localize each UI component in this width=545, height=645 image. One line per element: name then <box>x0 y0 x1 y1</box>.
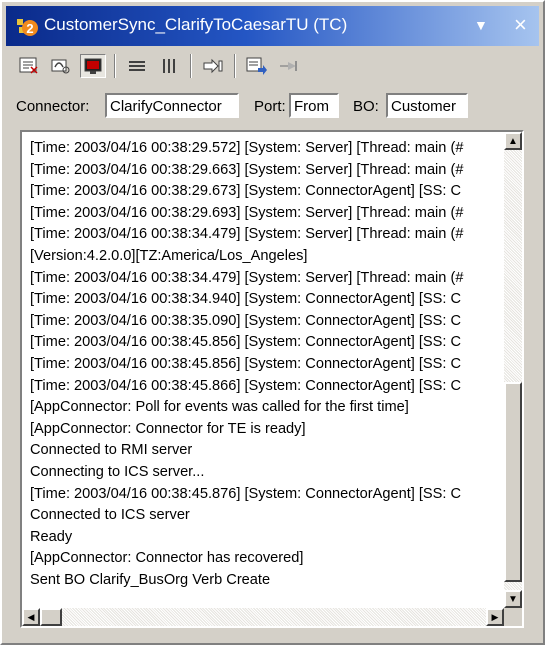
bo-label: BO: <box>353 98 379 115</box>
connector-field[interactable]: ClarifyConnector <box>105 93 239 118</box>
send-message-icon <box>246 57 267 75</box>
log-line: [Time: 2003/04/16 00:38:29.663] [System:… <box>30 161 464 178</box>
pin-icon <box>280 61 297 71</box>
log-line: [Time: 2003/04/16 00:38:45.856] [System:… <box>30 334 462 351</box>
log-line: [Version:4.2.0.0][TZ:America/Los_Angeles… <box>30 247 308 264</box>
window-menu-button[interactable]: ▼ <box>474 17 488 33</box>
log-text: [Time: 2003/04/16 00:38:29.572] [System:… <box>30 138 500 591</box>
log-line: [AppConnector: Connector has recovered] <box>30 550 304 567</box>
window-title: CustomerSync_ClarifyToCaesarTU (TC) <box>44 15 348 34</box>
forward-icon <box>203 58 223 74</box>
log-line: [Time: 2003/04/16 00:38:29.693] [System:… <box>30 204 464 221</box>
log-line: [Time: 2003/04/16 00:38:35.090] [System:… <box>30 312 462 329</box>
scroll-down-button[interactable]: ▼ <box>504 590 522 608</box>
log-line: [Time: 2003/04/16 00:38:29.673] [System:… <box>30 183 462 200</box>
connector-window: 2 CustomerSync_ClarifyToCaesarTU (TC) ▼ … <box>0 0 545 645</box>
scroll-right-button[interactable]: ▶ <box>486 608 504 626</box>
properties-button[interactable] <box>16 54 42 78</box>
scrollbar-corner <box>504 608 522 626</box>
vertical-layout-icon <box>163 59 175 73</box>
app-icon: 2 <box>17 19 38 36</box>
log-line: [Time: 2003/04/16 00:38:34.479] [System:… <box>30 226 464 243</box>
log-line: Connecting to ICS server... <box>30 463 205 480</box>
log-line: [Time: 2003/04/16 00:38:45.856] [System:… <box>30 355 462 372</box>
toolbar-separator <box>234 54 236 78</box>
log-line: [AppConnector: Connector for TE is ready… <box>30 420 306 437</box>
log-line: [Time: 2003/04/16 00:38:45.866] [System:… <box>30 377 462 394</box>
connector-info: Connector: ClarifyConnector Port: From B… <box>6 88 539 124</box>
vertical-scroll-thumb[interactable] <box>504 382 522 582</box>
port-label: Port: <box>254 98 286 115</box>
log-panel[interactable]: [Time: 2003/04/16 00:38:29.572] [System:… <box>20 130 524 628</box>
monitor-icon <box>84 58 102 74</box>
bo-field[interactable]: Customer <box>386 93 468 118</box>
log-line: Connected to RMI server <box>30 442 193 459</box>
connect-button[interactable] <box>48 54 74 78</box>
toolbar <box>6 48 545 84</box>
scroll-left-button[interactable]: ◀ <box>22 608 40 626</box>
forward-button[interactable] <box>200 54 226 78</box>
log-line: [Time: 2003/04/16 00:38:34.940] [System:… <box>30 291 462 308</box>
monitor-button[interactable] <box>80 54 106 78</box>
horizontal-scrollbar[interactable]: ◀ ▶ <box>22 608 504 626</box>
log-line: Sent BO Clarify_BusOrg Verb Create <box>30 571 271 588</box>
port-field[interactable]: From <box>289 93 339 118</box>
log-line: [Time: 2003/04/16 00:38:29.572] [System:… <box>30 140 464 156</box>
log-line: Ready <box>30 528 73 545</box>
pin-button[interactable] <box>276 54 302 78</box>
connector-label: Connector: <box>16 98 90 115</box>
toolbar-separator <box>190 54 192 78</box>
svg-text:2: 2 <box>26 21 33 36</box>
close-button[interactable]: × <box>514 12 527 38</box>
vertical-layout-button[interactable] <box>156 54 182 78</box>
log-line: [AppConnector: Poll for events was calle… <box>30 399 409 416</box>
send-message-button[interactable] <box>244 54 270 78</box>
vertical-scrollbar[interactable]: ▲ ▼ <box>504 132 522 608</box>
log-line: [Time: 2003/04/16 00:38:45.876] [System:… <box>30 485 462 502</box>
toolbar-separator <box>114 54 116 78</box>
properties-icon <box>19 57 38 74</box>
connect-icon <box>51 59 70 74</box>
horizontal-scroll-thumb[interactable] <box>40 608 62 626</box>
horizontal-layout-icon <box>129 61 145 71</box>
log-line: [Time: 2003/04/16 00:38:34.479] [System:… <box>30 269 464 286</box>
scroll-up-button[interactable]: ▲ <box>504 132 522 150</box>
title-bar[interactable]: 2 CustomerSync_ClarifyToCaesarTU (TC) ▼ … <box>6 6 539 46</box>
horizontal-layout-button[interactable] <box>124 54 150 78</box>
log-line: Connected to ICS server <box>30 507 190 524</box>
